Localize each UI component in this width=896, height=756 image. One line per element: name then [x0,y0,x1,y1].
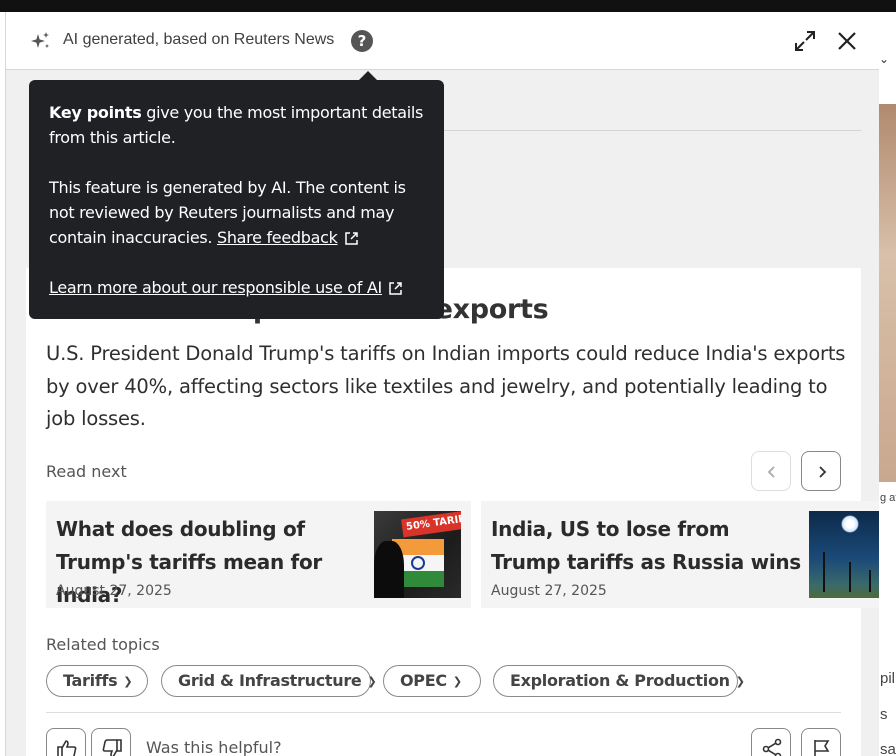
topic-label: OPEC [400,671,447,690]
share-button[interactable] [751,728,791,756]
help-icon[interactable]: ? [351,30,373,52]
expand-icon[interactable] [793,29,817,53]
thumbnail-banner-text: 50% TARIFF [401,511,461,538]
share-feedback-link[interactable]: Share feedback [217,228,338,247]
chevron-down-icon: ❯ [735,675,745,688]
background-text-fragment: s [880,706,888,723]
sun-image [841,515,859,533]
background-caption-fragment: g at [880,492,896,504]
chevron-down-icon: ⌄ [879,52,890,66]
panel-header: AI generated, based on Reuters News ? [6,12,879,70]
topic-pill-tariffs[interactable]: Tariffs ❯ [46,665,148,697]
learn-more-link[interactable]: Learn more about our responsible use of … [49,278,382,297]
helpful-prompt: Was this helpful? [146,738,282,756]
summary-body: U.S. President Donald Trump's tariffs on… [46,342,846,430]
external-link-icon [344,232,358,245]
browser-top-strip [0,0,896,12]
previous-button[interactable] [751,451,791,491]
oil-rig-image [849,562,851,592]
tooltip-disclaimer: This feature is generated by AI. The con… [49,175,424,250]
oil-rig-image [823,552,825,592]
topic-pill-opec[interactable]: OPEC ❯ [383,665,481,697]
tooltip-bold-lead: Key points [49,103,142,122]
read-next-thumbnail[interactable]: 50% TARIFF [374,511,461,598]
sparkle-icon [31,32,49,48]
tooltip-learn-more: Learn more about our responsible use of … [49,275,424,300]
silhouette-image [374,541,404,598]
divider [46,712,841,713]
read-next-label: Read next [46,462,127,481]
chevron-down-icon: ❯ [123,675,133,688]
summary-card: U.S. tariffs impact India's exports U.S.… [26,268,879,756]
thumbs-up-icon [57,740,77,756]
topic-pill-exploration-production[interactable]: Exploration & Production ❯ [493,665,745,697]
topic-label: Tariffs [63,671,118,690]
ai-generated-label: AI generated, based on Reuters News [63,31,335,48]
read-next-title[interactable]: India, US to lose from Trump tariffs as … [491,513,801,579]
external-link-icon [389,282,402,295]
related-topics-label: Related topics [46,635,160,654]
chevron-right-icon [819,466,827,478]
chevron-left-icon [767,466,775,478]
topic-pill-grid-infrastructure[interactable]: Grid & Infrastructure ❯ [161,665,377,697]
read-next-date: August 27, 2025 [56,583,172,599]
chevron-down-icon: ❯ [452,675,462,688]
report-flag-button[interactable] [801,728,841,756]
thumbs-down-button[interactable] [91,728,131,756]
background-article-image [878,104,896,482]
background-text-fragment: say [880,741,896,756]
ai-info-tooltip: Key points give you the most important d… [29,80,444,319]
topic-label: Exploration & Production [510,671,730,690]
ai-key-points-panel: AI generated, based on Reuters News ? U.… [5,12,879,756]
read-next-thumbnail[interactable] [809,511,879,598]
flag-icon [814,740,830,756]
tooltip-intro: Key points give you the most important d… [49,100,424,150]
read-next-date: August 27, 2025 [491,583,607,599]
background-text-fragment: pil [880,670,896,687]
share-icon [762,738,782,756]
chevron-down-icon: ❯ [367,675,377,688]
close-icon[interactable] [835,29,859,53]
thumbs-up-button[interactable] [46,728,86,756]
next-button[interactable] [801,451,841,491]
read-next-card[interactable]: What does doubling of Trump's tariffs me… [46,501,471,608]
read-next-card[interactable]: India, US to lose from Trump tariffs as … [481,501,879,608]
oil-rig-image [869,570,871,592]
thumbs-down-icon [102,739,122,756]
topic-label: Grid & Infrastructure [178,671,362,690]
